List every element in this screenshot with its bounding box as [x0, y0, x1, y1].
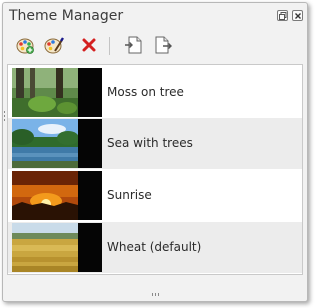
left-resize-grip-icon[interactable]: [3, 111, 6, 121]
export-theme-button[interactable]: [152, 34, 174, 56]
theme-row-sunrise[interactable]: Sunrise: [8, 170, 302, 221]
theme-manager-window: Theme Manager Moss on tree Sea with tree…: [2, 2, 308, 302]
delete-theme-button[interactable]: [78, 34, 100, 56]
wheat-field-thumbnail: [12, 223, 102, 272]
theme-label: Wheat (default): [107, 240, 202, 254]
window-title: Theme Manager: [9, 8, 124, 24]
toolbar: [3, 31, 307, 61]
theme-label: Moss on tree: [107, 85, 184, 99]
export-icon: [155, 36, 172, 54]
delete-icon: [82, 38, 96, 52]
theme-label: Sunrise: [107, 188, 152, 202]
theme-row-sea-with-trees[interactable]: Sea with trees: [8, 118, 302, 169]
theme-label: Sea with trees: [107, 136, 193, 150]
sunrise-thumbnail: [12, 171, 102, 220]
theme-row-wheat[interactable]: Wheat (default): [8, 222, 302, 273]
palette-edit-icon: [44, 37, 64, 54]
toolbar-separator: [109, 37, 110, 55]
import-icon: [125, 36, 142, 54]
restore-button[interactable]: [277, 10, 288, 21]
forest-moss-thumbnail: [12, 68, 102, 117]
theme-row-moss-on-tree[interactable]: Moss on tree: [8, 67, 302, 118]
import-theme-button[interactable]: [122, 34, 144, 56]
bottom-resize-grip-icon[interactable]: [151, 292, 161, 296]
title-bar[interactable]: Theme Manager: [3, 3, 307, 29]
theme-list[interactable]: Moss on tree Sea with trees Sunrise Whea…: [7, 64, 303, 275]
edit-theme-button[interactable]: [43, 34, 65, 56]
restore-icon: [279, 12, 287, 20]
palette-add-icon: [16, 38, 34, 54]
sea-trees-thumbnail: [12, 119, 102, 168]
close-button[interactable]: [292, 10, 303, 21]
close-icon: [295, 13, 301, 19]
add-theme-button[interactable]: [14, 34, 36, 56]
